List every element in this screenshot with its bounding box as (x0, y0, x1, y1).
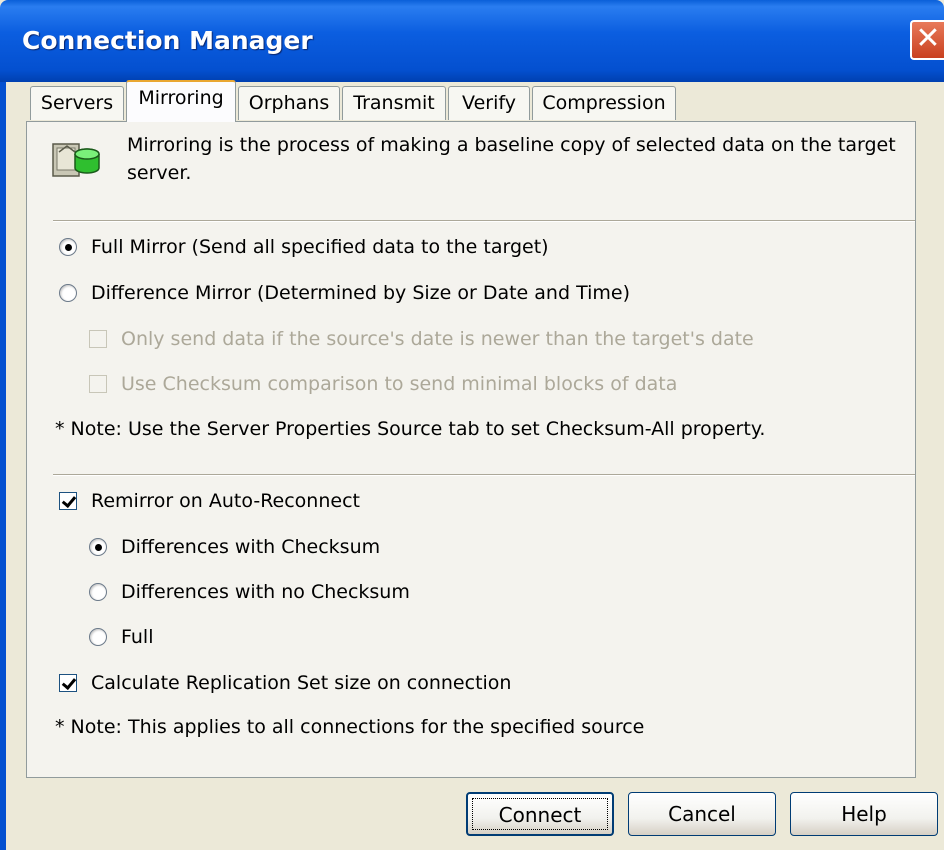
title-bar[interactable]: Connection Manager ✕ (0, 0, 944, 82)
connect-button[interactable]: Connect (466, 792, 614, 836)
tab-verify[interactable]: Verify (448, 86, 530, 120)
mirroring-tab-page: Mirroring is the process of making a bas… (26, 121, 916, 778)
full-mirror-radio[interactable] (59, 238, 77, 256)
connections-note: * Note: This applies to all connections … (55, 716, 645, 738)
cancel-label: Cancel (668, 802, 736, 826)
diff-checksum-label: Differences with Checksum (121, 536, 381, 558)
mirroring-description-line2: server. (127, 162, 192, 184)
tab-mirroring[interactable]: Mirroring (126, 80, 236, 122)
close-button[interactable]: ✕ (910, 20, 944, 60)
focus-ring (472, 798, 608, 830)
tab-servers[interactable]: Servers (30, 86, 124, 120)
database-server-icon (51, 140, 103, 180)
full-label: Full (121, 626, 154, 648)
window-title: Connection Manager (22, 26, 313, 55)
divider (53, 474, 915, 476)
cancel-button[interactable]: Cancel (628, 792, 776, 836)
checksum-label: Use Checksum comparison to send minimal … (121, 373, 678, 395)
help-label: Help (841, 802, 887, 826)
tab-orphans[interactable]: Orphans (238, 86, 340, 120)
divider (53, 220, 915, 222)
full-radio[interactable] (89, 628, 107, 646)
calc-size-checkbox[interactable] (59, 674, 77, 692)
checksum-note: * Note: Use the Server Properties Source… (55, 418, 766, 440)
only-newer-label: Only send data if the source's date is n… (121, 328, 754, 350)
diff-no-checksum-radio[interactable] (89, 583, 107, 601)
checksum-checkbox[interactable] (89, 375, 107, 393)
help-button[interactable]: Help (790, 792, 938, 836)
difference-mirror-radio[interactable] (59, 284, 77, 302)
remirror-label: Remirror on Auto-Reconnect (91, 490, 360, 512)
mirroring-description: Mirroring is the process of making a bas… (127, 134, 896, 156)
window-frame (0, 82, 6, 850)
tab-compression[interactable]: Compression (532, 86, 676, 120)
only-newer-checkbox[interactable] (89, 330, 107, 348)
diff-no-checksum-label: Differences with no Checksum (121, 581, 410, 603)
full-mirror-label: Full Mirror (Send all specified data to … (91, 236, 549, 258)
tab-transmit[interactable]: Transmit (342, 86, 446, 120)
remirror-checkbox[interactable] (59, 492, 77, 510)
calc-size-label: Calculate Replication Set size on connec… (91, 672, 512, 694)
close-icon: ✕ (915, 21, 941, 56)
difference-mirror-label: Difference Mirror (Determined by Size or… (91, 282, 630, 304)
diff-checksum-radio[interactable] (89, 538, 107, 556)
